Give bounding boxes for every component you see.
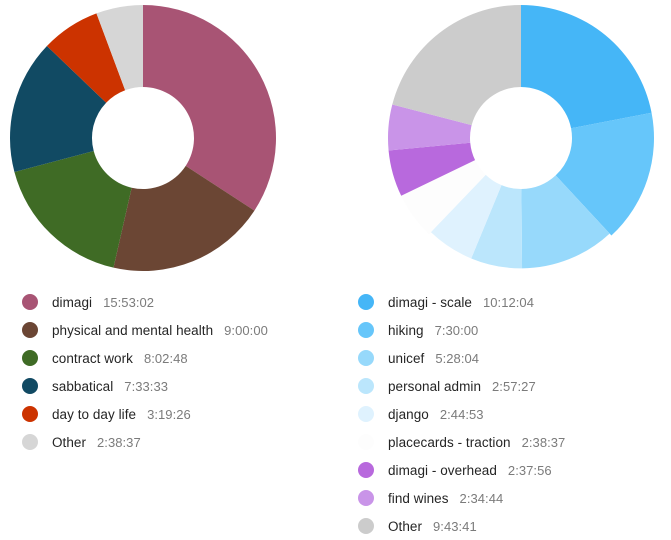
legend-label: personal admin	[388, 378, 482, 394]
detailed-activity-donut-svg	[387, 5, 655, 269]
primary-category-donut	[0, 0, 335, 285]
legend-text: dimagi - scale 10:12:04	[388, 295, 534, 310]
legend-value: 2:34:44	[459, 490, 504, 506]
donut-slice[interactable]	[14, 151, 132, 268]
legend-text: contract work 8:02:48	[52, 351, 188, 366]
legend-color-swatch	[22, 294, 38, 310]
legend-color-swatch	[358, 294, 374, 310]
legend-color-swatch	[358, 462, 374, 478]
charts-board: dimagi 15:53:02 physical and mental health…	[0, 0, 671, 536]
legend-text: hiking 7:30:00	[388, 323, 478, 338]
legend-item[interactable]: sabbatical 7:33:33	[0, 372, 335, 400]
legend-text: personal admin 2:57:27	[388, 379, 536, 394]
legend-color-swatch	[22, 322, 38, 338]
legend-label: django	[388, 406, 429, 422]
legend-text: Other 2:38:37	[52, 435, 141, 450]
legend-color-swatch	[358, 378, 374, 394]
legend-item[interactable]: day to day life 3:19:26	[0, 400, 335, 428]
legend-color-swatch	[358, 434, 374, 450]
legend-color-swatch	[358, 322, 374, 338]
legend-item[interactable]: personal admin 2:57:27	[336, 372, 671, 400]
legend-label: Other	[388, 518, 423, 534]
legend-value: 7:33:33	[124, 378, 169, 394]
legend-value: 2:37:56	[507, 462, 552, 478]
legend-color-swatch	[22, 406, 38, 422]
legend-label: physical and mental health	[52, 322, 214, 338]
right-chart-panel: dimagi - scale 10:12:04 hiking 7:30:00 unice…	[336, 0, 671, 536]
legend-label: dimagi	[52, 294, 93, 310]
legend-text: dimagi 15:53:02	[52, 295, 154, 310]
legend-value: 9:43:41	[433, 518, 477, 534]
legend-item[interactable]: unicef 5:28:04	[336, 344, 671, 372]
legend-item[interactable]: find wines 2:34:44	[336, 484, 671, 512]
legend-item[interactable]: hiking 7:30:00	[336, 316, 671, 344]
donut-slice[interactable]	[392, 5, 521, 126]
legend-value: 15:53:02	[103, 294, 155, 310]
donut-slice[interactable]	[143, 5, 277, 211]
legend-color-swatch	[358, 350, 374, 366]
detailed-activity-donut	[336, 0, 671, 285]
legend-color-swatch	[358, 518, 374, 534]
legend-label: dimagi - overhead	[388, 462, 497, 478]
legend-item[interactable]: dimagi - scale 10:12:04	[336, 288, 671, 316]
legend-item[interactable]: dimagi 15:53:02	[0, 288, 335, 316]
legend-item[interactable]: dimagi - overhead 2:37:56	[336, 456, 671, 484]
legend-item[interactable]: Other 2:38:37	[0, 428, 335, 456]
legend-text: day to day life 3:19:26	[52, 407, 191, 422]
legend-label: dimagi - scale	[388, 294, 472, 310]
legend-text: Other 9:43:41	[388, 519, 477, 534]
legend-value: 8:02:48	[143, 350, 188, 366]
legend-color-swatch	[22, 350, 38, 366]
legend-label: day to day life	[52, 406, 137, 422]
legend-label: find wines	[388, 490, 449, 506]
legend-color-swatch	[22, 434, 38, 450]
legend-value: 10:12:04	[482, 294, 534, 310]
legend-text: placecards - traction 2:38:37	[388, 435, 565, 450]
legend-value: 5:28:04	[435, 350, 480, 366]
legend-text: unicef 5:28:04	[388, 351, 479, 366]
legend-item[interactable]: django 2:44:53	[336, 400, 671, 428]
legend-label: Other	[52, 434, 87, 450]
legend-value: 2:57:27	[492, 378, 536, 394]
legend-value: 9:00:00	[224, 322, 268, 338]
legend-label: sabbatical	[52, 378, 114, 394]
primary-category-donut-svg	[9, 5, 277, 272]
legend-text: find wines 2:34:44	[388, 491, 503, 506]
legend-value: 2:38:37	[97, 434, 141, 450]
legend-label: hiking	[388, 322, 424, 338]
legend-label: unicef	[388, 350, 425, 366]
legend-item[interactable]: placecards - traction 2:38:37	[336, 428, 671, 456]
legend-text: django 2:44:53	[388, 407, 484, 422]
legend-value: 3:19:26	[147, 406, 191, 422]
left-chart-panel: dimagi 15:53:02 physical and mental health…	[0, 0, 335, 536]
legend-value: 2:44:53	[439, 406, 484, 422]
legend-text: sabbatical 7:33:33	[52, 379, 168, 394]
legend-item[interactable]: contract work 8:02:48	[0, 344, 335, 372]
donut-slice[interactable]	[521, 5, 652, 129]
left-legend: dimagi 15:53:02 physical and mental health…	[0, 288, 335, 456]
legend-value: 2:38:37	[521, 434, 566, 450]
legend-color-swatch	[358, 490, 374, 506]
right-legend: dimagi - scale 10:12:04 hiking 7:30:00 unice…	[336, 288, 671, 540]
legend-item[interactable]: physical and mental health 9:00:00	[0, 316, 335, 344]
legend-color-swatch	[358, 406, 374, 422]
legend-text: dimagi - overhead 2:37:56	[388, 463, 552, 478]
legend-text: physical and mental health 9:00:00	[52, 323, 268, 338]
legend-color-swatch	[22, 378, 38, 394]
legend-value: 7:30:00	[434, 322, 479, 338]
legend-label: contract work	[52, 350, 133, 366]
legend-label: placecards - traction	[388, 434, 511, 450]
